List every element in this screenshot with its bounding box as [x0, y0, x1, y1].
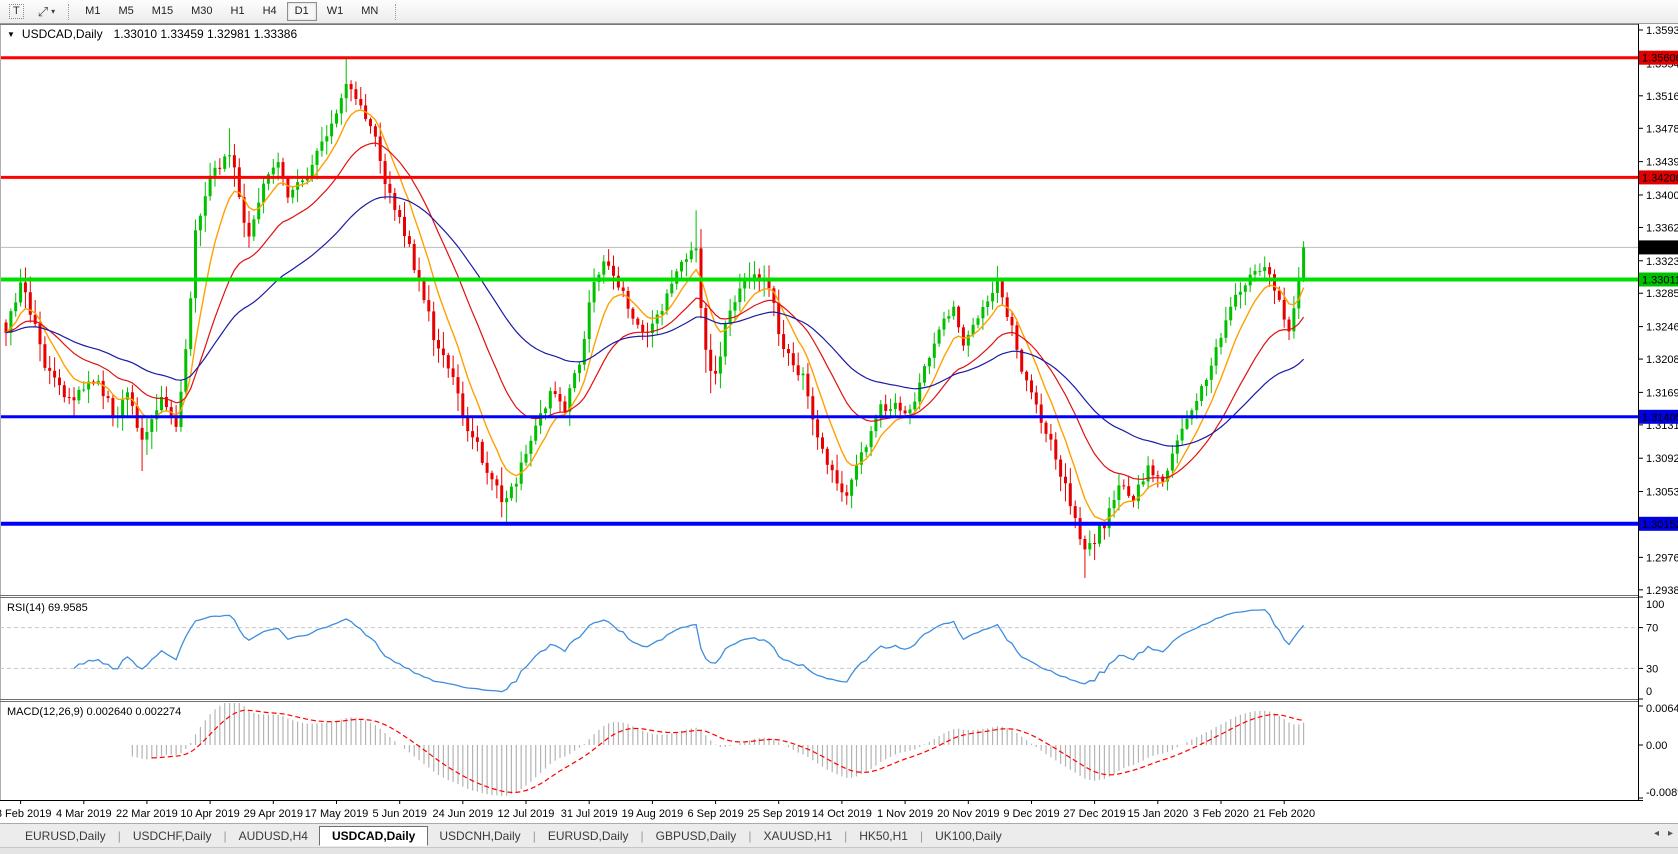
svg-text:1.35606: 1.35606: [1642, 53, 1678, 65]
symbol-dropdown-icon[interactable]: ▼: [7, 30, 15, 39]
svg-text:1.31690: 1.31690: [1646, 387, 1678, 399]
chart-title-overlay: ▼ USDCAD,Daily 1.33010 1.33459 1.32981 1…: [7, 27, 297, 41]
tab-eurusd-daily[interactable]: EURUSD,Daily: [537, 826, 640, 846]
tab-eurusd-daily[interactable]: EURUSD,Daily: [14, 826, 117, 846]
svg-text:4 Mar 2019: 4 Mar 2019: [56, 808, 112, 820]
svg-text:3 Feb 2020: 3 Feb 2020: [1193, 808, 1249, 820]
tf-button-m30[interactable]: M30: [183, 2, 220, 21]
macd-indicator-label: MACD(12,26,9) 0.002640 0.002274: [7, 706, 181, 718]
svg-text:9 Dec 2019: 9 Dec 2019: [1003, 808, 1059, 820]
svg-text:1.31405: 1.31405: [1642, 412, 1678, 424]
tab-usdcad-daily[interactable]: USDCAD,Daily: [319, 826, 428, 846]
chart-ohlc-values: 1.33010 1.33459 1.32981 1.33386: [114, 27, 298, 41]
tab-hk50-h1[interactable]: HK50,H1: [848, 826, 919, 846]
svg-text:70: 70: [1646, 623, 1658, 635]
svg-text:1.33620: 1.33620: [1646, 222, 1678, 234]
text-tool-icon: T: [9, 4, 24, 19]
tf-button-w1[interactable]: W1: [319, 2, 352, 21]
macd-histogram: [132, 703, 1303, 796]
main-toolbar: T ⤢ ▾ M1M5M15M30H1H4D1W1MN: [0, 0, 1678, 24]
rsi-indicator-label: RSI(14) 69.9585: [7, 602, 88, 614]
tab-gbpusd-daily[interactable]: GBPUSD,Daily: [645, 826, 748, 846]
svg-text:1.32850: 1.32850: [1646, 288, 1678, 300]
svg-text:17 May 2019: 17 May 2019: [305, 808, 369, 820]
chart-tabs: EURUSD,Daily|USDCHF,Daily|AUDUSD,H4USDCA…: [14, 824, 1013, 848]
tab-uk100-daily[interactable]: UK100,Daily: [924, 826, 1013, 846]
svg-text:-0.00898: -0.00898: [1646, 787, 1678, 799]
svg-text:1.33386: 1.33386: [1642, 242, 1678, 254]
svg-text:1.35930: 1.35930: [1646, 25, 1678, 37]
svg-text:1.30152: 1.30152: [1642, 519, 1678, 531]
svg-text:1.34206: 1.34206: [1642, 172, 1678, 184]
svg-text:1.32460: 1.32460: [1646, 322, 1678, 334]
svg-text:30: 30: [1646, 663, 1658, 675]
svg-text:1.29760: 1.29760: [1646, 552, 1678, 564]
svg-text:31 Jul 2019: 31 Jul 2019: [561, 808, 618, 820]
cursor-arrows-icon: ⤢: [38, 4, 48, 19]
tf-button-h1[interactable]: H1: [223, 2, 253, 21]
svg-text:22 Mar 2019: 22 Mar 2019: [116, 808, 178, 820]
svg-text:1 Nov 2019: 1 Nov 2019: [877, 808, 933, 820]
svg-text:10 Apr 2019: 10 Apr 2019: [180, 808, 239, 820]
svg-text:100: 100: [1646, 599, 1664, 611]
moving-average-8: [6, 110, 1304, 521]
date-axis: 13 Feb 2019 4 Mar 2019 22 Mar 201910 Apr 2…: [0, 800, 1315, 820]
tab-scroll-controls: ◂ ▸: [1654, 828, 1673, 839]
chart-area: 1.359301.355401.351601.347801.343901.340…: [0, 24, 1678, 823]
svg-text:1.35160: 1.35160: [1646, 91, 1678, 103]
svg-text:1.34000: 1.34000: [1646, 190, 1678, 202]
tab-usdcnh-daily[interactable]: USDCNH,Daily: [428, 826, 531, 846]
tf-button-m1[interactable]: M1: [77, 2, 108, 21]
price-axis: 1.359301.355401.351601.347801.343901.340…: [1638, 25, 1678, 597]
cursor-tool-button[interactable]: ⤢ ▾: [33, 1, 60, 22]
svg-text:1.30530: 1.30530: [1646, 487, 1678, 499]
svg-text:13 Feb 2019: 13 Feb 2019: [0, 808, 51, 820]
chart-tab-bar: EURUSD,Daily|USDCHF,Daily|AUDUSD,H4USDCA…: [0, 823, 1678, 848]
svg-text:14 Oct 2019: 14 Oct 2019: [812, 808, 872, 820]
macd-signal-line: [152, 710, 1304, 792]
svg-text:5 Jun 2019: 5 Jun 2019: [372, 808, 426, 820]
svg-text:29 Apr 2019: 29 Apr 2019: [244, 808, 303, 820]
chart-symbol-label: USDCAD,Daily: [22, 27, 103, 41]
toolbar-separator: [68, 4, 70, 20]
tf-button-d1[interactable]: D1: [287, 2, 317, 21]
tf-button-m15[interactable]: M15: [144, 2, 181, 21]
svg-text:1.32080: 1.32080: [1646, 354, 1678, 366]
svg-text:1.34780: 1.34780: [1646, 123, 1678, 135]
chart-canvas[interactable]: 1.359301.355401.351601.347801.343901.340…: [0, 24, 1678, 828]
svg-text:12 Jul 2019: 12 Jul 2019: [498, 808, 555, 820]
svg-text:20 Nov 2019: 20 Nov 2019: [937, 808, 999, 820]
tab-usdchf-daily[interactable]: USDCHF,Daily: [122, 826, 223, 846]
svg-text:0.006448: 0.006448: [1646, 703, 1678, 715]
timeframe-button-group: M1M5M15M30H1H4D1W1MN: [76, 0, 387, 23]
svg-text:1.33230: 1.33230: [1646, 256, 1678, 268]
toolbar-separator: [395, 4, 397, 20]
mt4-window: T ⤢ ▾ M1M5M15M30H1H4D1W1MN 1.359301.3554…: [0, 0, 1678, 853]
svg-text:1.30920: 1.30920: [1646, 453, 1678, 465]
tab-audusd-h4[interactable]: AUDUSD,H4: [228, 826, 319, 846]
svg-text:27 Dec 2019: 27 Dec 2019: [1063, 808, 1125, 820]
svg-text:6 Sep 2019: 6 Sep 2019: [687, 808, 743, 820]
tab-scroll-left-icon[interactable]: ◂: [1654, 828, 1659, 839]
dropdown-caret-icon: ▾: [51, 7, 55, 16]
svg-text:1.34390: 1.34390: [1646, 157, 1678, 169]
svg-text:19 Aug 2019: 19 Aug 2019: [622, 808, 684, 820]
svg-text:1.33011: 1.33011: [1642, 275, 1678, 287]
svg-text:0: 0: [1646, 686, 1652, 698]
tab-scroll-right-icon[interactable]: ▸: [1668, 828, 1673, 839]
svg-text:0.00: 0.00: [1646, 740, 1667, 752]
svg-text:25 Sep 2019: 25 Sep 2019: [748, 808, 810, 820]
svg-text:15 Jan 2020: 15 Jan 2020: [1128, 808, 1189, 820]
tf-button-h4[interactable]: H4: [255, 2, 285, 21]
tf-button-mn[interactable]: MN: [353, 2, 386, 21]
rsi-line: [74, 610, 1304, 692]
svg-text:1.29380: 1.29380: [1646, 585, 1678, 597]
tab-xauusd-h1[interactable]: XAUUSD,H1: [752, 826, 843, 846]
svg-text:21 Feb 2020: 21 Feb 2020: [1253, 808, 1315, 820]
svg-text:24 Jun 2019: 24 Jun 2019: [433, 808, 494, 820]
tf-button-m5[interactable]: M5: [110, 2, 141, 21]
text-tool-button[interactable]: T: [4, 1, 29, 22]
horizontal-level-lines[interactable]: [0, 58, 1638, 524]
